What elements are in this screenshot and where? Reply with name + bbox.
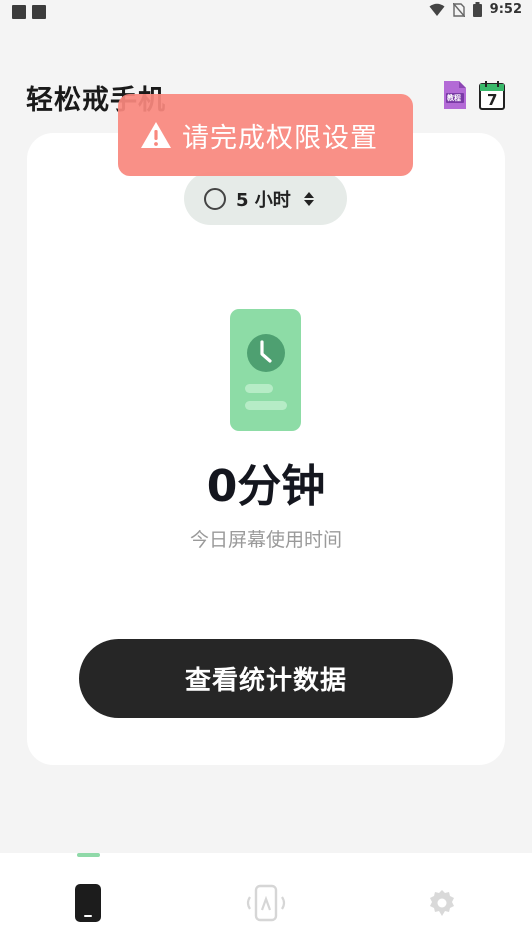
status-bar: 9:52	[0, 0, 532, 26]
notification-icon	[12, 5, 26, 19]
phone-illustration	[229, 309, 302, 435]
app-lock-icon	[246, 884, 286, 922]
nav-tab-phone[interactable]	[66, 881, 110, 925]
calendar-day: 7	[487, 91, 498, 109]
time-limit-selector[interactable]: 5 小时	[184, 172, 347, 225]
warning-icon	[141, 122, 171, 148]
tutorial-icon[interactable]: 教程	[442, 79, 468, 111]
header-actions: 教程 7	[442, 79, 506, 111]
system-status: 9:52	[429, 2, 522, 17]
notification-icons	[12, 5, 46, 19]
no-sim-icon	[452, 2, 465, 17]
limit-label: 5 小时	[236, 189, 291, 211]
usage-caption: 今日屏幕使用时间	[189, 529, 342, 551]
nav-tab-app-lock[interactable]	[244, 881, 288, 925]
limit-radio[interactable]	[204, 187, 226, 210]
battery-icon	[472, 2, 482, 17]
calendar-icon[interactable]: 7	[478, 79, 506, 111]
active-tab-indicator	[77, 853, 100, 857]
notification-icon	[32, 5, 46, 19]
permission-toast: 请完成权限设置	[118, 94, 413, 176]
bottom-nav	[0, 853, 532, 947]
tutorial-icon-label: 教程	[447, 94, 461, 102]
nav-tab-settings[interactable]	[420, 881, 464, 925]
settings-icon	[430, 890, 454, 916]
clock: 9:52	[489, 2, 522, 17]
usage-value: 0分钟	[206, 461, 326, 512]
wifi-icon	[429, 3, 445, 16]
sort-arrows-icon	[303, 191, 315, 207]
toast-message: 请完成权限设置	[182, 122, 378, 154]
phone-icon	[75, 884, 101, 922]
view-stats-button[interactable]: 查看统计数据	[79, 639, 453, 718]
